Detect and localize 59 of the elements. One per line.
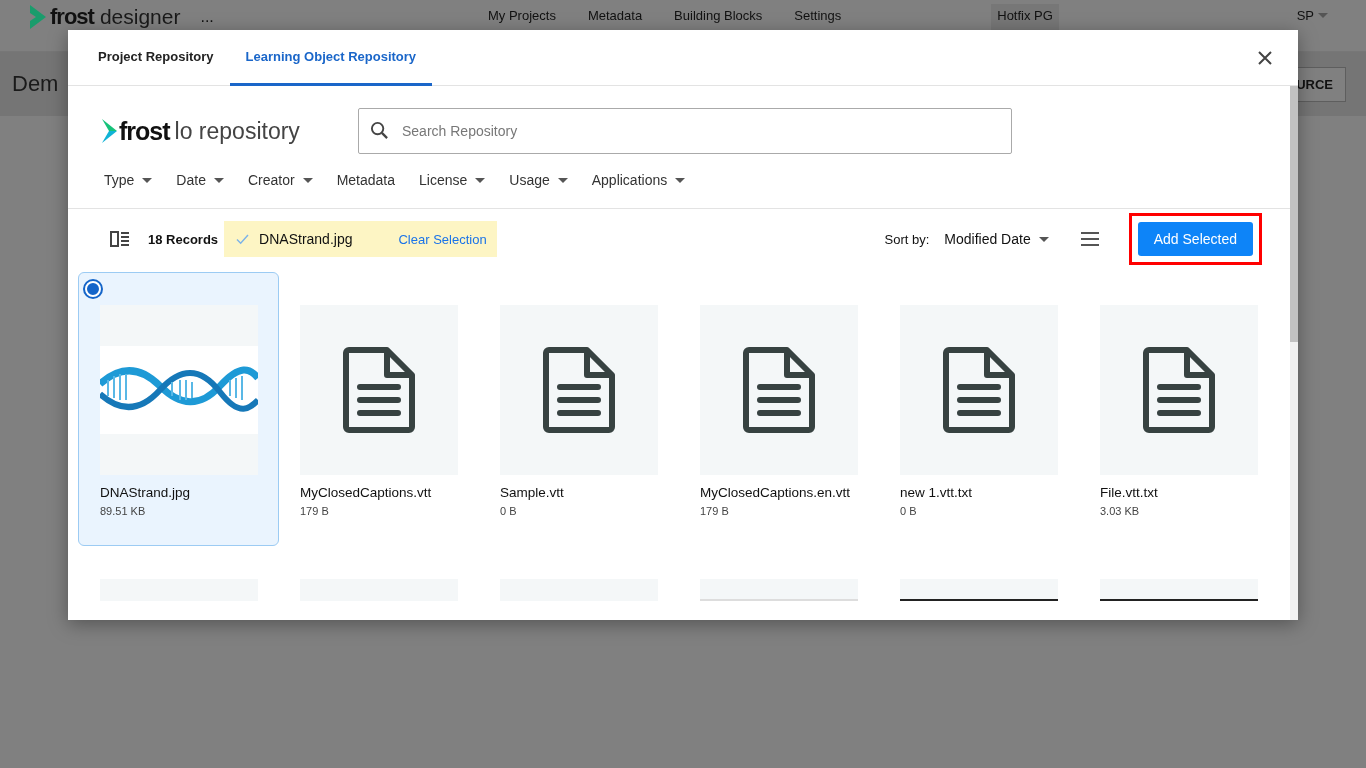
- scrollbar[interactable]: [1290, 86, 1298, 620]
- logo-icon: [100, 118, 118, 144]
- file-name: Sample.vtt: [500, 485, 565, 500]
- document-icon: [1142, 347, 1216, 433]
- filter-dropdown[interactable]: Creator: [247, 172, 313, 192]
- add-selected-button[interactable]: Add Selected: [1137, 222, 1253, 256]
- file-size: 0 B: [900, 505, 918, 517]
- logo-word: frost: [119, 116, 170, 146]
- nav-link[interactable]: Settings: [794, 8, 842, 23]
- file-size: 3.03 KB: [1100, 505, 1141, 517]
- nav-link[interactable]: Metadata: [587, 8, 643, 23]
- sort-dropdown[interactable]: Modified Date: [944, 231, 1049, 247]
- clear-selection-link[interactable]: Clear Selection: [398, 231, 487, 247]
- file-size: 0 B: [500, 505, 518, 517]
- search-icon: [370, 121, 389, 140]
- file-card[interactable]: MyClosedCaptions.en.vtt 179 B: [678, 272, 879, 546]
- tab[interactable]: Project Repository: [82, 30, 230, 86]
- filter-dropdown[interactable]: Date: [176, 172, 224, 192]
- document-icon: [542, 347, 616, 433]
- file-card[interactable]: MyClosedCaptions.vtt 179 B: [278, 272, 479, 546]
- file-name: MyClosedCaptions.en.vtt: [700, 485, 852, 500]
- filter-dropdown[interactable]: Applications: [591, 172, 686, 192]
- file-name: File.vtt.txt: [1100, 485, 1159, 500]
- file-card[interactable]: Sample.vtt 0 B: [478, 272, 679, 546]
- document-icon: [942, 347, 1016, 433]
- document-icon: [342, 347, 416, 433]
- nav-link[interactable]: My Projects: [488, 8, 556, 23]
- sort-label: Sort by:: [884, 231, 930, 247]
- file-card[interactable]: DNAStrand.jpg 89.51 KB: [78, 272, 279, 546]
- logo-suffix: lo repository: [174, 117, 300, 145]
- check-icon: [236, 233, 250, 245]
- file-name: DNAStrand.jpg: [100, 485, 192, 500]
- tab[interactable]: Learning Object Repository: [229, 30, 433, 86]
- record-count: 18 Records: [148, 231, 219, 247]
- file-size: 179 B: [700, 505, 730, 517]
- menu-icon[interactable]: [1080, 232, 1099, 246]
- file-size: 179 B: [300, 505, 330, 517]
- logo-word: frost: [50, 5, 94, 29]
- logo-icon: [28, 3, 48, 31]
- filter-dropdown[interactable]: Usage: [509, 172, 568, 192]
- more-button[interactable]: ...: [200, 9, 214, 25]
- page-title: Dem: [12, 71, 59, 97]
- filter-dropdown[interactable]: Type: [104, 172, 153, 192]
- file-card[interactable]: new 1.vtt.txt 0 B: [878, 272, 1079, 546]
- filter-dropdown[interactable]: License: [419, 172, 486, 192]
- panel-toggle-icon[interactable]: [110, 231, 130, 247]
- scrollbar-thumb[interactable]: [1290, 86, 1298, 342]
- logo-suffix: designer: [99, 5, 181, 29]
- file-size: 89.51 KB: [100, 505, 147, 517]
- nav-link[interactable]: Building Blocks: [674, 8, 763, 23]
- document-icon: [742, 347, 816, 433]
- user-menu[interactable]: SP: [1296, 3, 1328, 23]
- filter-dropdown[interactable]: Metadata: [336, 172, 395, 192]
- selected-file-name: DNAStrand.jpg: [259, 231, 353, 247]
- file-name: new 1.vtt.txt: [900, 485, 974, 500]
- file-name: MyClosedCaptions.vtt: [300, 485, 433, 500]
- radio-selected-icon[interactable]: [85, 281, 101, 297]
- search-field[interactable]: Search Repository: [358, 108, 1012, 154]
- file-card[interactable]: File.vtt.txt 3.03 KB: [1078, 272, 1279, 546]
